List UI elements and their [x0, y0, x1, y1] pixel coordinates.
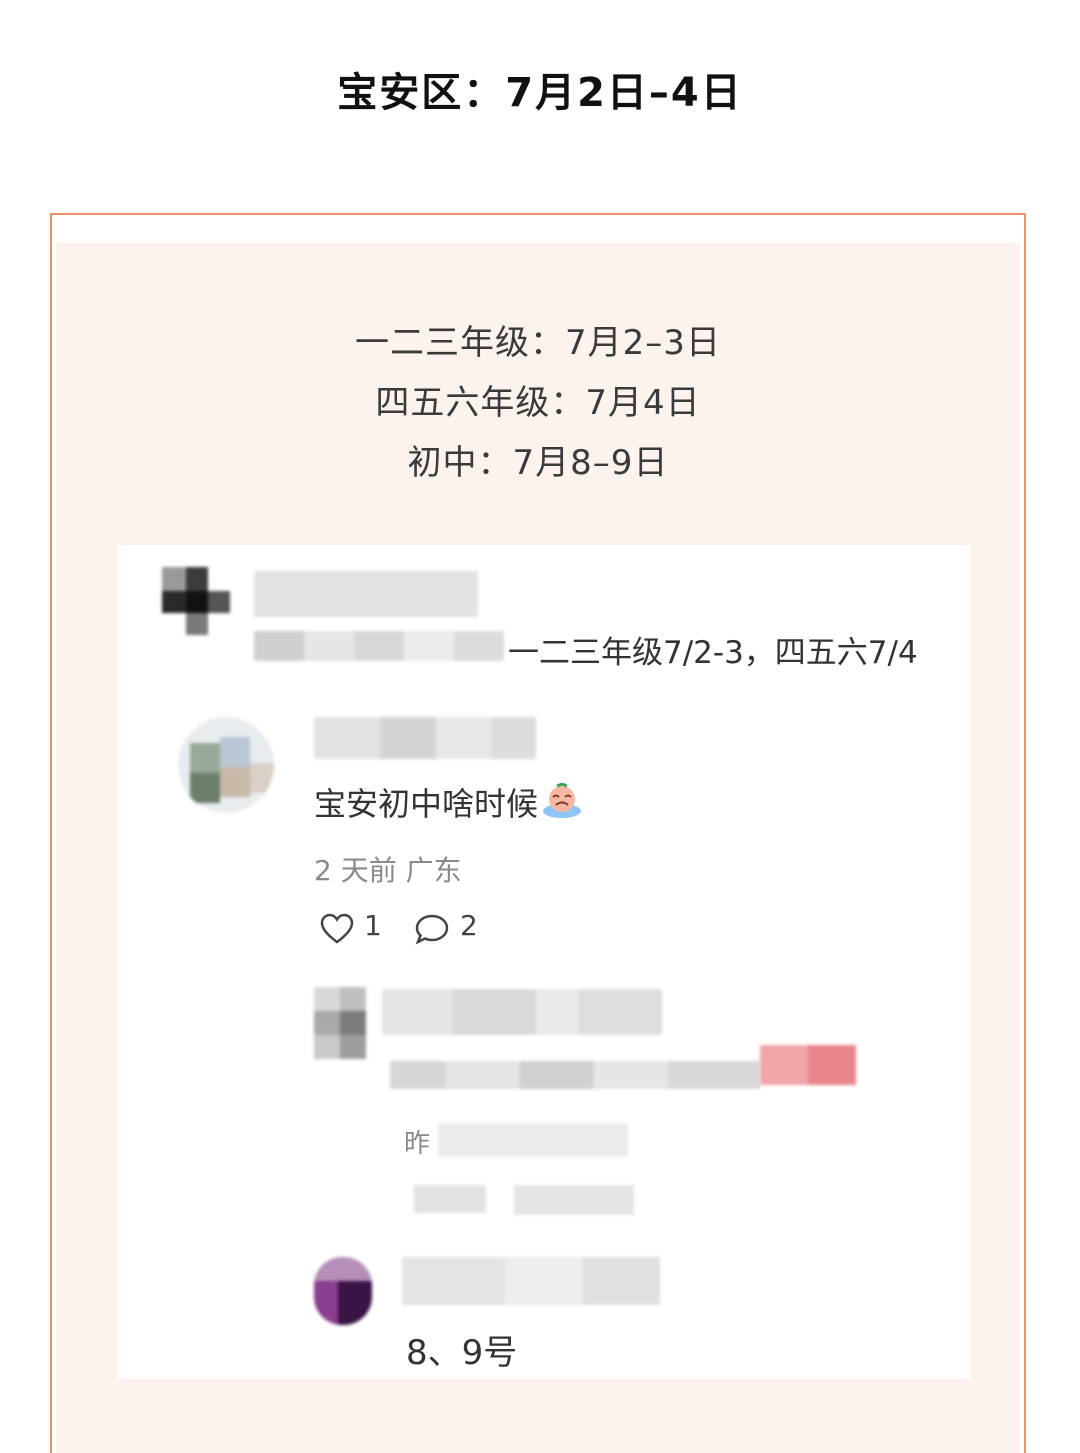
- schedule-line-3: 初中：7月8–9日: [407, 443, 669, 483]
- avatar: [162, 567, 232, 637]
- page-title: 宝安区：7月2日–4日: [337, 70, 743, 116]
- schedule-line-2: 四五六年级：7月4日: [375, 383, 701, 423]
- redacted-text: [390, 1061, 760, 1089]
- comment-text-partial: 一二三年级7/2-3，四五六7/4: [508, 635, 918, 671]
- avatar: [314, 1257, 372, 1325]
- info-card-body: 一二三年级：7月2–3日 四五六年级：7月4日 初中：7月8–9日 一二三年级7…: [56, 243, 1020, 1453]
- reply-count: 2: [460, 909, 478, 942]
- username-redacted: [382, 989, 662, 1035]
- redacted-text: [514, 1185, 634, 1215]
- crying-face-emoji-icon: [542, 783, 582, 819]
- schedule-list: 一二三年级：7月2–3日 四五六年级：7月4日 初中：7月8–9日: [56, 313, 1020, 493]
- avatar: [178, 717, 274, 813]
- reply-text: 8、9号: [406, 1333, 518, 1373]
- reply-button[interactable]: 2: [414, 909, 484, 949]
- comment-meta: 2 天前 广东: [314, 854, 462, 887]
- comment-text-value: 宝安初中啥时候: [314, 785, 539, 823]
- redacted-text: [414, 1185, 486, 1213]
- reply-meta-partial: 昨: [404, 1129, 431, 1159]
- schedule-line-1: 一二三年级：7月2–3日: [355, 323, 721, 363]
- username-redacted: [402, 1257, 660, 1305]
- heart-icon: [320, 913, 354, 945]
- redacted-text: [760, 1045, 856, 1085]
- chat-bubble-icon: [414, 913, 450, 945]
- redacted-text: [438, 1123, 628, 1157]
- username-redacted: [254, 571, 478, 617]
- info-card: 一二三年级：7月2–3日 四五六年级：7月4日 初中：7月8–9日 一二三年级7…: [50, 213, 1026, 1453]
- like-button[interactable]: 1: [320, 909, 384, 949]
- username-redacted: [314, 717, 536, 759]
- redacted-text: [254, 631, 504, 661]
- comment-screenshot: 一二三年级7/2-3，四五六7/4 宝安初中啥时候 2 天前 广东 1 2 昨 …: [118, 545, 970, 1379]
- comment-text: 宝安初中啥时候: [314, 779, 582, 825]
- avatar: [314, 987, 366, 1059]
- like-count: 1: [364, 909, 382, 942]
